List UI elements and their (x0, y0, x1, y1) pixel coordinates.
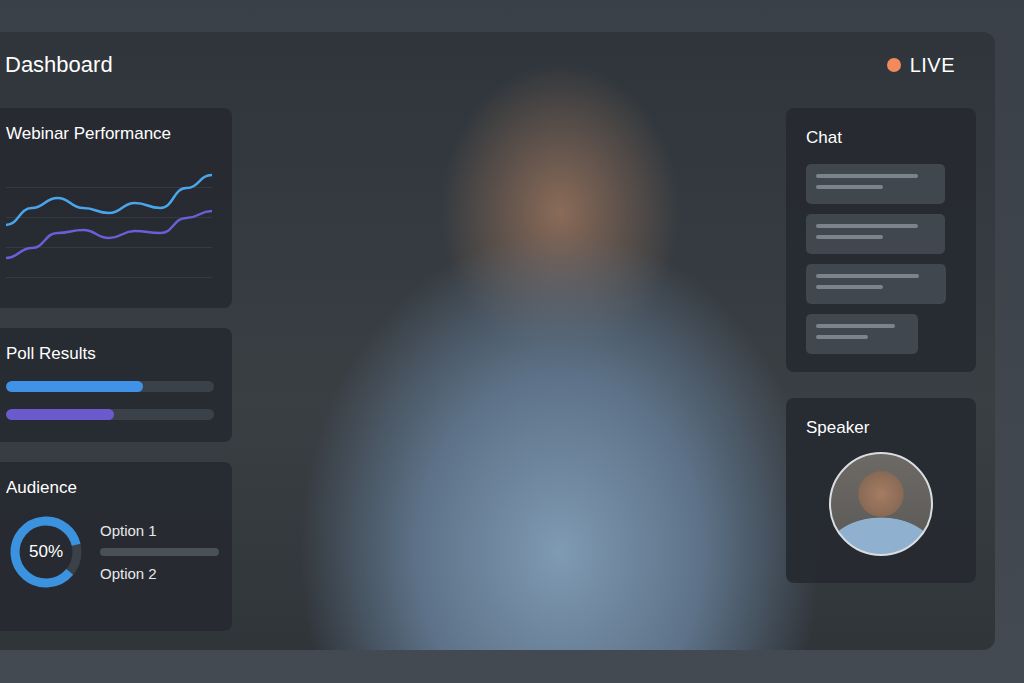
dashboard-title: Dashboard (5, 52, 113, 78)
poll-bar-fill (6, 381, 143, 392)
message-line (816, 185, 883, 189)
audience-options: Option 1 Option 2 (100, 522, 219, 583)
performance-title: Webinar Performance (6, 124, 218, 144)
left-column: Webinar Performance Poll Results Audience 5… (0, 108, 232, 631)
donut-reading: 50% (29, 542, 63, 562)
message-line (816, 274, 919, 278)
message-line (816, 174, 918, 178)
audience-row: 50% Option 1 Option 2 (6, 512, 218, 592)
poll-bar (6, 409, 214, 420)
chat-message[interactable] (806, 214, 945, 254)
poll-title: Poll Results (6, 344, 218, 364)
body: Webinar Performance Poll Results Audience 5… (0, 98, 995, 631)
live-dot-icon (887, 58, 901, 72)
chat-message[interactable] (806, 314, 918, 354)
message-line (816, 285, 883, 289)
audience-title: Audience (6, 478, 218, 498)
performance-card: Webinar Performance (0, 108, 232, 308)
audience-donut: 50% (6, 512, 86, 592)
message-line (816, 224, 918, 228)
speaker-card: Speaker (786, 398, 976, 583)
series-line (6, 211, 212, 258)
avatar-row (806, 452, 956, 556)
audience-card: Audience 50% Option 1 Option 2 (0, 462, 232, 631)
donut-fill (6, 512, 86, 592)
chat-title: Chat (806, 128, 956, 148)
audience-option: Option 2 (100, 565, 219, 583)
message-line (816, 235, 883, 239)
webinar-frame: Dashboard LIVE Webinar Performance Poll Res… (0, 32, 995, 650)
option-bar (100, 548, 219, 556)
option-label: Option 1 (100, 522, 157, 539)
poll-bars (6, 381, 218, 420)
speaker-avatar (829, 452, 933, 556)
poll-bar-fill (6, 409, 114, 420)
page: Dashboard LIVE Webinar Performance Poll Res… (0, 0, 1024, 683)
option-label: Option 2 (100, 565, 157, 582)
poll-bar (6, 381, 214, 392)
live-badge: LIVE (887, 54, 955, 77)
grid-line (6, 277, 212, 278)
overlay: Dashboard LIVE Webinar Performance Poll Res… (0, 32, 995, 650)
right-column: Chat Speaker (786, 108, 976, 631)
audience-option: Option 1 (100, 522, 219, 556)
chat-card: Chat (786, 108, 976, 372)
live-label: LIVE (910, 54, 955, 77)
chat-message[interactable] (806, 264, 946, 304)
speaker-title: Speaker (806, 418, 956, 438)
chat-messages (806, 164, 956, 354)
poll-card: Poll Results (0, 328, 232, 442)
series-line (6, 175, 212, 225)
performance-chart (6, 158, 212, 278)
chat-message[interactable] (806, 164, 945, 204)
message-line (816, 324, 895, 328)
message-line (816, 335, 868, 339)
header: Dashboard LIVE (0, 32, 995, 98)
grid-line (6, 187, 212, 188)
